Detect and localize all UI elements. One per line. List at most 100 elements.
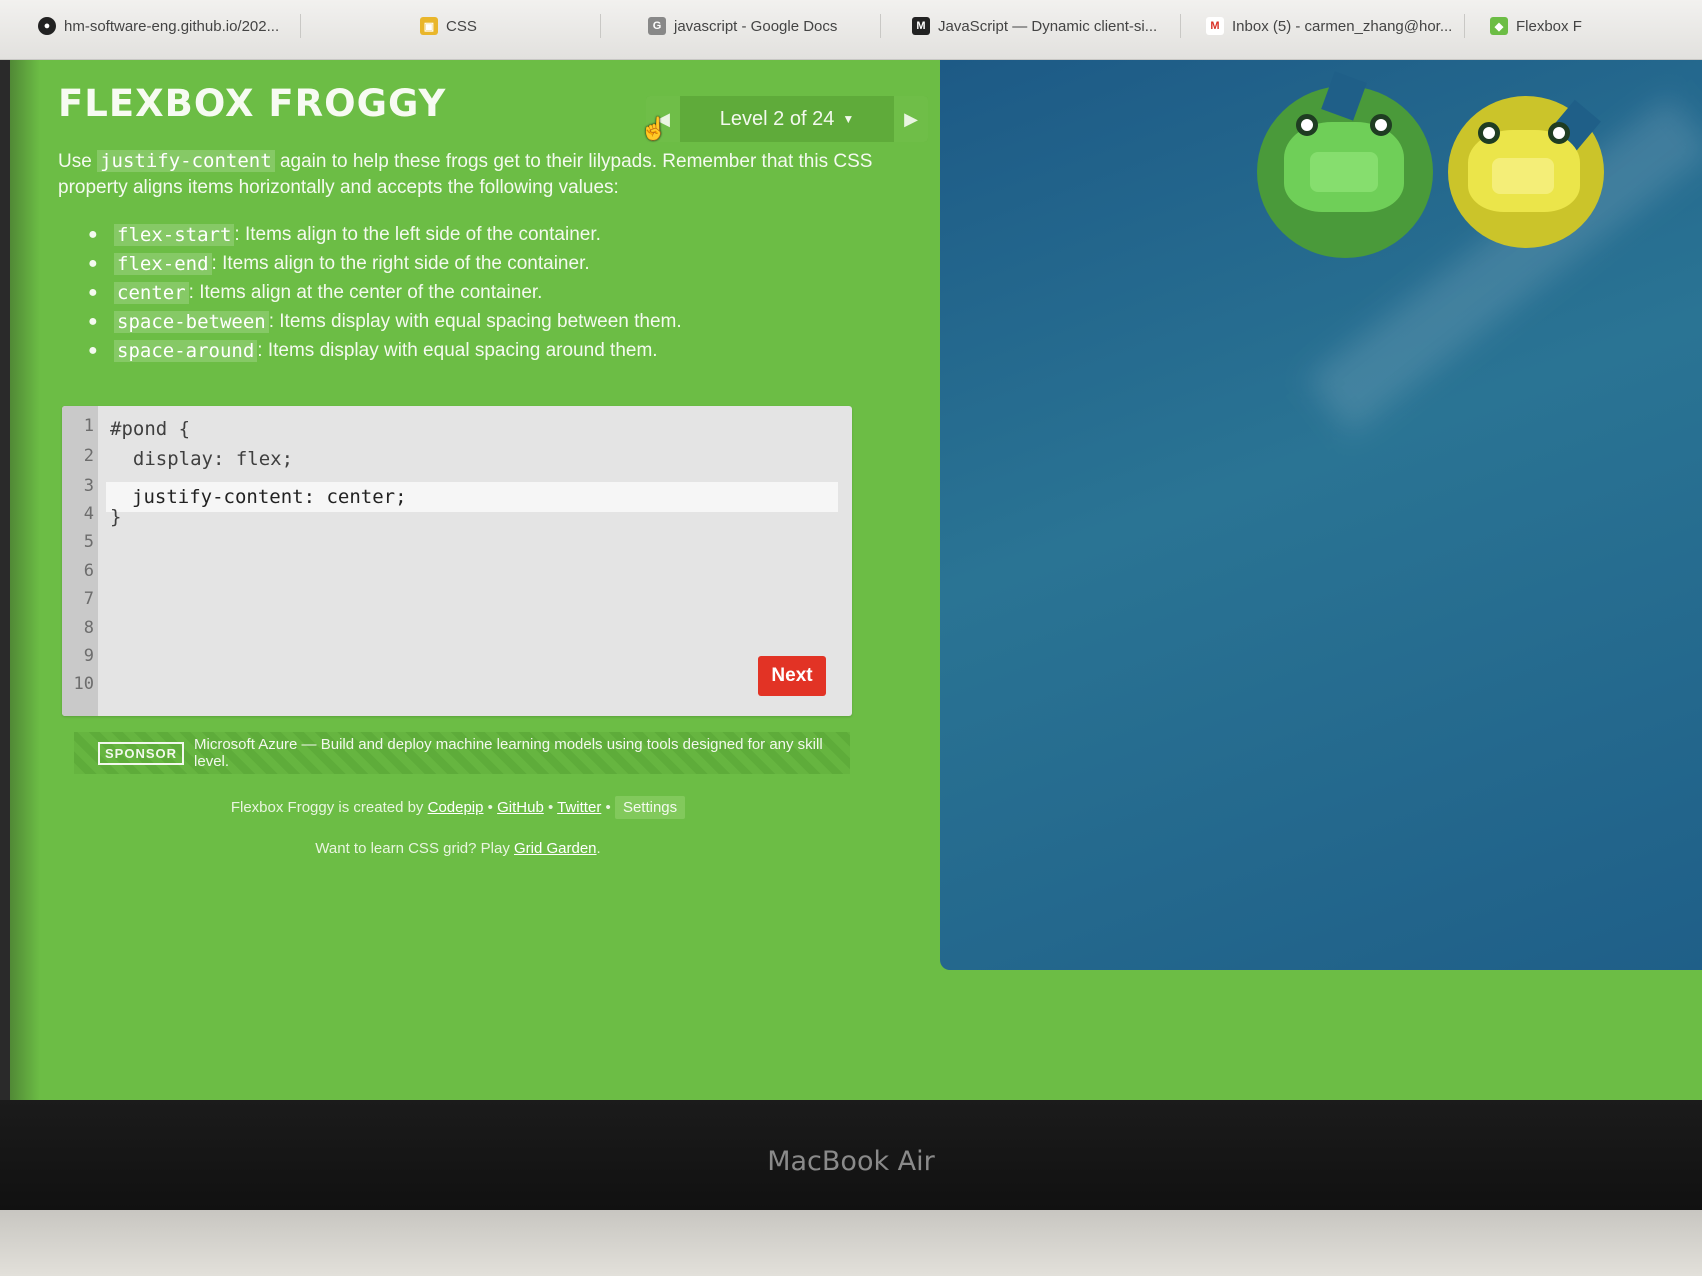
frog-belly	[1310, 152, 1378, 192]
sponsor-badge: SPONSOR	[98, 741, 185, 765]
code-line-pond-selector: #pond {	[110, 418, 191, 440]
screen-edge-shadow	[10, 60, 40, 1100]
line-number-gutter: 1 2 3 4 5 6 7 8 9 10	[62, 406, 98, 716]
line-number: 6	[83, 561, 94, 581]
bullet-icon: ●	[88, 312, 98, 330]
list-item: ● center: Items align at the center of th…	[88, 278, 908, 307]
property-code: justify-content	[97, 150, 275, 172]
tab-css[interactable]: ▣ CSS	[420, 10, 477, 42]
bullet-icon: ●	[88, 254, 98, 272]
tab-github[interactable]: ● hm-software-eng.github.io/202...	[38, 10, 279, 42]
codepip-link[interactable]: Codepip	[428, 799, 484, 816]
slides-icon: ▣	[420, 17, 438, 35]
github-link[interactable]: GitHub	[497, 799, 544, 816]
value-desc: : Items align to the left side of the co…	[234, 223, 601, 245]
value-desc: : Items align to the right side of the c…	[211, 252, 590, 274]
line-number: 2	[83, 446, 94, 466]
tab-flexbox-froggy[interactable]: ◆ Flexbox F	[1490, 10, 1582, 42]
separator: •	[487, 799, 493, 816]
css-code-input[interactable]	[106, 482, 838, 512]
bullet-icon: ●	[88, 283, 98, 301]
twitter-link[interactable]: Twitter	[557, 799, 601, 816]
game-screen: FLEXBOX FROGGY ◀ Level 2 of 24 ▼ ▶ ☝ Use …	[10, 60, 1702, 1100]
green-frog	[1284, 114, 1404, 212]
yellow-frog	[1468, 122, 1580, 212]
value-code: flex-start	[114, 223, 235, 246]
line-number: 10	[73, 674, 94, 694]
next-button[interactable]: Next	[758, 656, 826, 696]
tab-separator	[300, 14, 301, 38]
next-level-button[interactable]: ▶	[894, 96, 928, 142]
code-line-closing-brace: }	[110, 506, 122, 528]
value-code: space-around	[114, 339, 258, 362]
arrow-right-icon: ▶	[904, 108, 918, 129]
game-title: FLEXBOX FROGGY	[58, 82, 447, 125]
tab-label: Flexbox F	[1516, 17, 1582, 35]
tab-label: javascript - Google Docs	[674, 17, 838, 35]
device-label: MacBook Air	[767, 1146, 935, 1177]
mdn-icon: M	[912, 17, 930, 35]
tab-label: hm-software-eng.github.io/202...	[64, 17, 280, 35]
line-number: 1	[83, 416, 94, 436]
tab-separator	[1464, 14, 1465, 38]
tab-separator	[1180, 14, 1181, 38]
instructions-panel: FLEXBOX FROGGY ◀ Level 2 of 24 ▼ ▶ ☝ Use …	[48, 60, 948, 1100]
line-number: 9	[83, 646, 94, 666]
value-code: flex-end	[114, 252, 212, 275]
bullet-icon: ●	[88, 341, 98, 359]
pond	[940, 60, 1702, 970]
frog-belly	[1492, 158, 1554, 194]
value-code: center	[114, 281, 189, 304]
list-item: ● flex-start: Items align to the left sid…	[88, 220, 908, 249]
grid-garden-promo: Want to learn CSS grid? Play Grid Garden…	[48, 840, 868, 857]
tab-label: Inbox (5) - carmen_zhang@hor...	[1232, 17, 1453, 35]
list-item: ● flex-end: Items align to the right side…	[88, 249, 908, 278]
desk-surface	[0, 1210, 1702, 1276]
separator: •	[605, 799, 611, 816]
value-desc: : Items align at the center of the conta…	[188, 281, 543, 303]
line-number: 8	[83, 618, 94, 638]
tab-separator	[880, 14, 881, 38]
value-desc: : Items display with equal spacing betwe…	[268, 310, 682, 332]
value-desc: : Items display with equal spacing aroun…	[257, 339, 658, 361]
github-icon: ●	[38, 17, 56, 35]
settings-button[interactable]: Settings	[614, 796, 686, 819]
line-number: 7	[83, 589, 94, 609]
frog-eye	[1296, 114, 1318, 136]
credits-prefix: Flexbox Froggy is created by	[230, 799, 424, 816]
line-number: 3	[83, 476, 94, 496]
bullet-icon: ●	[88, 225, 98, 243]
level-navigator: ◀ Level 2 of 24 ▼ ▶	[646, 96, 928, 142]
browser-tab-strip: ● hm-software-eng.github.io/202... ▣ CSS…	[0, 0, 1702, 60]
lilypad-notch	[1321, 71, 1367, 121]
values-list: ● flex-start: Items align to the left sid…	[88, 220, 908, 365]
sponsor-text: Microsoft Azure — Build and deploy machi…	[194, 736, 823, 770]
caret-down-icon: ▼	[842, 112, 855, 127]
tab-mdn[interactable]: M JavaScript — Dynamic client-si...	[912, 10, 1157, 42]
sponsor-banner[interactable]: SPONSOR Microsoft Azure — Build and depl…	[74, 732, 850, 774]
tab-label: CSS	[446, 17, 477, 35]
gmail-icon: M	[1206, 17, 1224, 35]
list-item: ● space-between: Items display with equal…	[88, 307, 908, 336]
tab-google-docs[interactable]: G javascript - Google Docs	[648, 10, 837, 42]
level-label: Level 2 of 24	[719, 107, 835, 130]
promo-prefix: Want to learn CSS grid? Play	[315, 840, 510, 857]
instructions-use: Use	[58, 151, 92, 172]
code-line-display: display: flex;	[110, 448, 294, 470]
hand-cursor-icon: ☝	[640, 116, 668, 141]
level-dropdown[interactable]: Level 2 of 24 ▼	[680, 108, 894, 131]
value-code: space-between	[114, 310, 269, 333]
promo-suffix: .	[596, 840, 601, 857]
frog-eye	[1548, 122, 1570, 144]
grid-garden-link[interactable]: Grid Garden	[514, 840, 597, 857]
credits: Flexbox Froggy is created by Codepip • G…	[48, 796, 868, 819]
separator: •	[547, 799, 554, 816]
frog-icon: ◆	[1490, 17, 1508, 35]
tab-gmail[interactable]: M Inbox (5) - carmen_zhang@hor...	[1206, 10, 1452, 42]
laptop-bezel: MacBook Air	[0, 1100, 1702, 1210]
css-editor: 1 2 3 4 5 6 7 8 9 10 #pond { display: fl…	[62, 406, 852, 716]
line-number: 5	[83, 532, 94, 552]
list-item: ● space-around: Items display with equal …	[88, 336, 908, 365]
frog-eye	[1478, 122, 1500, 144]
frog-eye	[1370, 114, 1392, 136]
